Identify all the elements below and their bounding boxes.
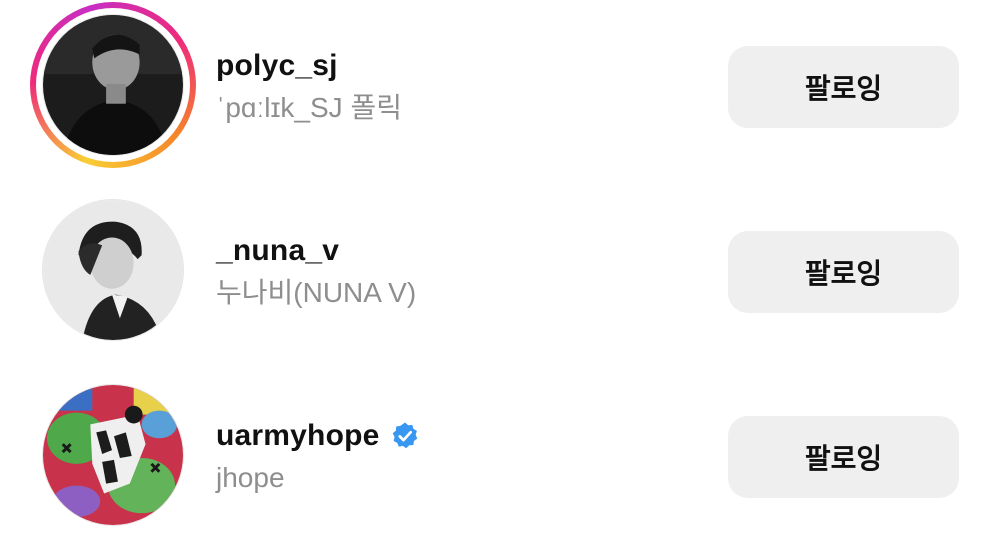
list-item[interactable]: uarmyhope jhope 팔로잉 <box>0 372 1000 542</box>
username[interactable]: _nuna_v <box>216 231 416 271</box>
avatar-container[interactable] <box>30 372 196 538</box>
username[interactable]: polyc_sj <box>216 46 402 86</box>
verified-badge-icon <box>392 422 417 449</box>
following-list: polyc_sj ˈpɑːlɪk_SJ 폴릭 팔로잉 _nuna_v 누나비(N… <box>0 0 1000 553</box>
account-names: polyc_sj ˈpɑːlɪk_SJ 폴릭 <box>216 46 402 128</box>
account-names: uarmyhope jhope <box>216 416 420 498</box>
full-name: ˈpɑːlɪk_SJ 폴릭 <box>216 92 402 123</box>
avatar[interactable] <box>42 384 184 526</box>
list-item[interactable]: polyc_sj ˈpɑːlɪk_SJ 폴릭 팔로잉 <box>0 2 1000 172</box>
story-ring[interactable] <box>30 2 196 168</box>
following-button[interactable]: 팔로잉 <box>728 46 959 128</box>
account-names: _nuna_v 누나비(NUNA V) <box>216 231 416 313</box>
full-name: 누나비(NUNA V) <box>216 277 417 308</box>
username-text[interactable]: _nuna_v <box>216 231 339 271</box>
following-button[interactable]: 팔로잉 <box>728 231 959 313</box>
profile-photo-icon <box>43 385 183 525</box>
following-button[interactable]: 팔로잉 <box>728 416 959 498</box>
full-name: jhope <box>216 462 285 493</box>
avatar-container[interactable] <box>30 187 196 353</box>
username-text[interactable]: uarmyhope <box>216 416 380 456</box>
username-text[interactable]: polyc_sj <box>216 46 338 86</box>
profile-photo-icon <box>43 15 183 155</box>
avatar[interactable] <box>42 199 184 341</box>
profile-photo-icon <box>43 200 183 340</box>
username[interactable]: uarmyhope <box>216 416 420 456</box>
list-item[interactable]: _nuna_v 누나비(NUNA V) 팔로잉 <box>0 187 1000 357</box>
avatar[interactable] <box>42 14 184 156</box>
